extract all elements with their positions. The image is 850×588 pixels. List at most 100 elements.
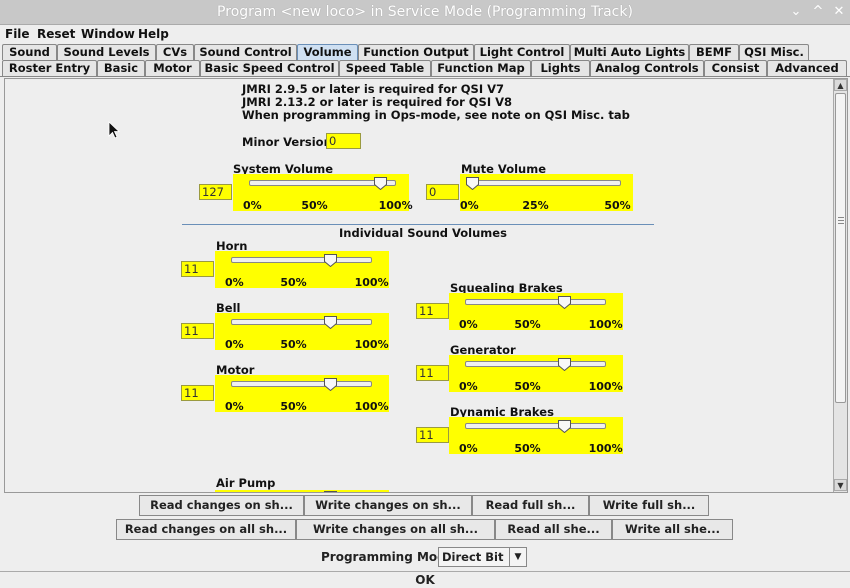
generator-value-field[interactable]: 11	[416, 365, 449, 381]
scroll-up-icon[interactable]: ▲	[834, 79, 847, 91]
bell-slider-track[interactable]	[231, 319, 372, 325]
section-title: Individual Sound Volumes	[339, 226, 507, 240]
tab-multi-auto-lights[interactable]: Multi Auto Lights	[570, 44, 689, 60]
mute-volume-tick-0: 0%	[460, 199, 479, 212]
horn-slider-thumb[interactable]	[324, 254, 338, 267]
bell-tick-2: 100%	[354, 338, 389, 351]
horn-value-field[interactable]: 11	[181, 261, 214, 277]
maximize-icon[interactable]: ^	[810, 4, 826, 20]
scroll-thumb[interactable]	[835, 93, 846, 403]
tab-advanced[interactable]: Advanced	[767, 60, 847, 76]
section-separator	[182, 224, 654, 225]
generator-tick-2: 100%	[588, 380, 623, 393]
horn-slider-track[interactable]	[231, 257, 372, 263]
read-changes-all-sheets-button[interactable]: Read changes on all sh...	[116, 519, 296, 540]
motor-tick-0: 0%	[225, 400, 244, 413]
write-changes-all-sheets-button[interactable]: Write changes on all sh...	[296, 519, 495, 540]
generator-tick-1: 50%	[514, 380, 541, 393]
tab-speed-table[interactable]: Speed Table	[339, 60, 431, 76]
note-ops-mode: When programming in Ops-mode, see note o…	[242, 108, 630, 122]
bell-tick-1: 50%	[280, 338, 307, 351]
tab-light-control[interactable]: Light Control	[474, 44, 570, 60]
read-all-sheets-button[interactable]: Read all she...	[495, 519, 612, 540]
tab-motor[interactable]: Motor	[145, 60, 200, 76]
scroll-down-icon[interactable]: ▼	[834, 479, 847, 491]
read-changes-sheet-button[interactable]: Read changes on sh...	[139, 495, 304, 516]
chevron-down-icon[interactable]: ▼	[509, 548, 526, 566]
write-all-sheets-button[interactable]: Write all she...	[612, 519, 733, 540]
mute-volume-tick-1: 25%	[522, 199, 549, 212]
squealing-brakes-slider-thumb[interactable]	[558, 296, 572, 309]
title-bar: Program <new loco> in Service Mode (Prog…	[0, 0, 850, 25]
motor-slider-thumb[interactable]	[324, 378, 338, 391]
write-changes-sheet-button[interactable]: Write changes on sh...	[304, 495, 472, 516]
ok-button[interactable]: OK	[0, 571, 850, 588]
chevron-down-icon[interactable]: ⌄	[788, 4, 804, 20]
motor-tick-1: 50%	[280, 400, 307, 413]
mute-volume-value-field[interactable]: 0	[426, 184, 459, 200]
vertical-scrollbar[interactable]: ▲ ▼	[833, 79, 847, 492]
tab-qsi-misc[interactable]: QSI Misc.	[739, 44, 809, 60]
dynamic-brakes-slider-track[interactable]	[465, 423, 606, 429]
tab-consist[interactable]: Consist	[704, 60, 767, 76]
system-volume-tick-0: 0%	[243, 199, 262, 212]
tab-cvs[interactable]: CVs	[156, 44, 194, 60]
minor-version-label: Minor Version	[242, 135, 332, 149]
system-volume-tick-1: 50%	[301, 199, 328, 212]
tab-basic-speed-control[interactable]: Basic Speed Control	[200, 60, 339, 76]
dynamic-brakes-slider-thumb[interactable]	[558, 420, 572, 433]
dynamic-brakes-tick-2: 100%	[588, 442, 623, 455]
menu-window[interactable]: Window	[81, 27, 135, 41]
air-pump-label: Air Pump	[216, 476, 276, 490]
tab-sound[interactable]: Sound	[2, 44, 57, 60]
system-volume-value-field[interactable]: 127	[199, 184, 232, 200]
squealing-brakes-value-field[interactable]: 11	[416, 303, 449, 319]
dynamic-brakes-value-field[interactable]: 11	[416, 427, 449, 443]
mouse-cursor-icon	[108, 121, 120, 139]
mute-volume-slider-thumb[interactable]	[466, 177, 479, 190]
read-full-sheet-button[interactable]: Read full sh...	[472, 495, 589, 516]
motor-slider-track[interactable]	[231, 381, 372, 387]
menu-file[interactable]: File	[5, 27, 30, 41]
horn-tick-0: 0%	[225, 276, 244, 289]
generator-slider-thumb[interactable]	[558, 358, 572, 371]
tab-analog-controls[interactable]: Analog Controls	[590, 60, 704, 76]
tab-function-map[interactable]: Function Map	[431, 60, 531, 76]
air-pump-slider-area	[215, 490, 389, 492]
menu-help[interactable]: Help	[138, 27, 169, 41]
mute-volume-tick-2: 50%	[604, 199, 631, 212]
bell-tick-0: 0%	[225, 338, 244, 351]
tab-basic[interactable]: Basic	[97, 60, 145, 76]
write-full-sheet-button[interactable]: Write full sh...	[589, 495, 709, 516]
mute-volume-slider-track[interactable]	[466, 180, 621, 186]
air-pump-slider-thumb[interactable]	[324, 491, 338, 493]
tab-sound-levels[interactable]: Sound Levels	[57, 44, 156, 60]
tab-lights[interactable]: Lights	[531, 60, 590, 76]
squealing-brakes-slider-track[interactable]	[465, 299, 606, 305]
tab-roster-entry[interactable]: Roster Entry	[2, 60, 97, 76]
tab-divider	[0, 76, 850, 77]
close-icon[interactable]: ✕	[831, 4, 847, 20]
minor-version-field[interactable]: 0	[326, 133, 361, 149]
system-volume-slider-thumb[interactable]	[373, 177, 387, 190]
tab-volume[interactable]: Volume	[297, 44, 358, 60]
system-volume-tick-2: 100%	[378, 199, 413, 212]
note-qsi-v7: JMRI 2.9.5 or later is required for QSI …	[242, 82, 505, 96]
squealing-brakes-tick-2: 100%	[588, 318, 623, 331]
programming-mode-value: Direct Bit	[442, 550, 504, 564]
dynamic-brakes-tick-1: 50%	[514, 442, 541, 455]
tab-function-output[interactable]: Function Output	[358, 44, 474, 60]
tab-bemf[interactable]: BEMF	[689, 44, 739, 60]
generator-slider-track[interactable]	[465, 361, 606, 367]
motor-value-field[interactable]: 11	[181, 385, 214, 401]
programming-mode-label: Programming Mode	[321, 550, 454, 564]
programming-mode-select[interactable]: Direct Bit ▼	[438, 547, 527, 567]
horn-tick-1: 50%	[280, 276, 307, 289]
squealing-brakes-tick-1: 50%	[514, 318, 541, 331]
tab-sound-control[interactable]: Sound Control	[194, 44, 297, 60]
menu-bar: File Reset Window Help	[0, 25, 850, 44]
bell-value-field[interactable]: 11	[181, 323, 214, 339]
volume-panel: JMRI 2.9.5 or later is required for QSI …	[4, 78, 848, 493]
bell-slider-thumb[interactable]	[324, 316, 338, 329]
menu-reset[interactable]: Reset	[37, 27, 75, 41]
